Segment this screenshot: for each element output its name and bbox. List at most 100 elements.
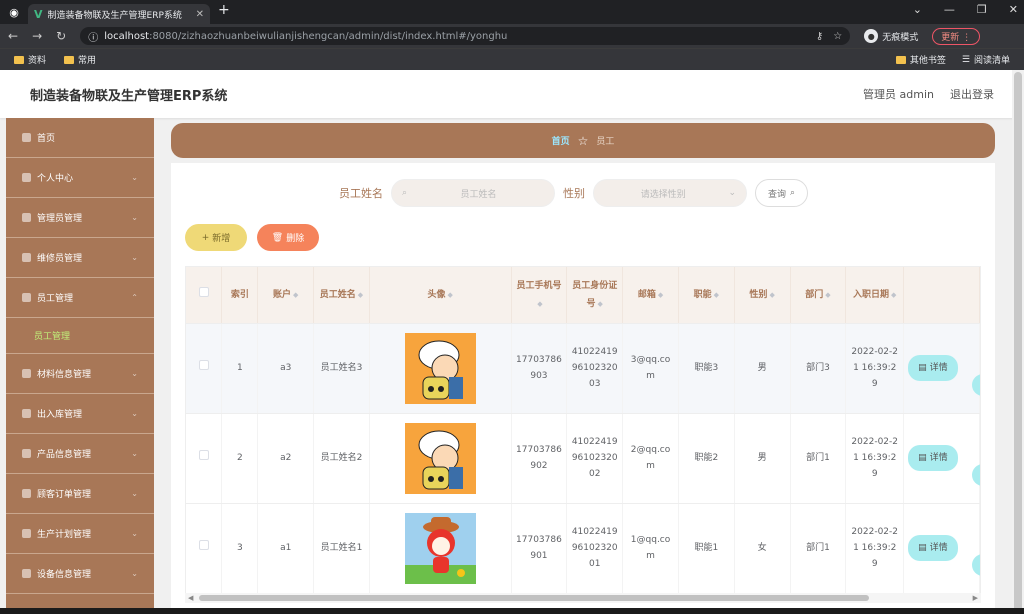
edit-button[interactable] xyxy=(972,463,980,486)
table-row[interactable]: 3 a1 员工姓名1 17703786901 41022419961023200… xyxy=(186,503,980,594)
chevron-down-icon: ⌄ xyxy=(131,253,138,262)
sidebar-item-materials[interactable]: 材料信息管理 ⌄ xyxy=(6,354,154,394)
select-all-checkbox[interactable] xyxy=(186,267,223,324)
col-gender[interactable]: 性别 ◆ xyxy=(734,267,791,324)
sidebar-item-plans[interactable]: 生产计划管理 ⌄ xyxy=(6,514,154,554)
reload-icon[interactable]: ↻ xyxy=(56,29,66,43)
bookmark-folder[interactable]: 常用 xyxy=(64,53,96,66)
sidebar-item-inventory[interactable]: 出入库管理 ⌄ xyxy=(6,394,154,434)
update-button[interactable]: 更新 ⋮ xyxy=(932,27,981,45)
sort-icon[interactable]: ◆ xyxy=(537,300,542,308)
cell-phone: 17703786903 xyxy=(511,323,568,414)
query-button[interactable]: 查询 ⌕ xyxy=(755,179,809,207)
cell-gender: 女 xyxy=(734,503,791,594)
other-bookmarks[interactable]: 其他书签 xyxy=(895,53,946,66)
sidebar-item-equipment[interactable]: 设备信息管理 ⌄ xyxy=(6,554,154,594)
browser-menu-icon[interactable]: ◉ xyxy=(0,0,28,24)
sort-icon[interactable]: ◆ xyxy=(714,291,719,299)
sidebar-item-products[interactable]: 产品信息管理 ⌄ xyxy=(6,434,154,474)
sidebar-item-home[interactable]: 首页 xyxy=(6,118,154,158)
breadcrumb-home[interactable]: 首页 xyxy=(552,134,570,147)
sort-icon[interactable]: ◆ xyxy=(448,291,453,299)
logout-link[interactable]: 退出登录 xyxy=(950,86,994,102)
detail-button[interactable]: ▤ 详情 xyxy=(908,535,958,561)
table-row[interactable]: 2 a2 员工姓名2 17703786902 41022419961023200… xyxy=(186,413,980,504)
add-button[interactable]: + 新增 xyxy=(185,224,247,251)
gender-placeholder: 请选择性别 xyxy=(640,189,686,200)
sort-icon[interactable]: ◆ xyxy=(658,291,663,299)
new-tab-button[interactable]: + xyxy=(218,2,230,24)
sort-icon[interactable]: ◆ xyxy=(769,291,774,299)
restore-icon[interactable]: ❐ xyxy=(977,3,987,16)
row-checkbox[interactable] xyxy=(186,323,223,414)
browser-tab[interactable]: V 制造装备物联及生产管理ERP系统 ✕ xyxy=(28,4,210,24)
col-dept[interactable]: 部门 ◆ xyxy=(790,267,847,324)
sliders-icon xyxy=(22,489,31,498)
forward-icon[interactable]: → xyxy=(32,29,42,43)
chevron-down-icon: ⌄ xyxy=(131,213,138,222)
sidebar-item-label: 管理员管理 xyxy=(37,214,83,224)
star-icon[interactable]: ☆ xyxy=(833,31,842,42)
employee-table: 索引 账户 ◆ 员工姓名 ◆ 头像 ◆ 员工手机号◆ 员工身份证号 ◆ 邮箱 ◆ 职能 ◆ … xyxy=(185,266,981,596)
detail-button[interactable]: ▤ 详情 xyxy=(908,355,958,381)
document-icon: ▤ xyxy=(918,453,927,463)
search-bar: 员工姓名 ⌕ 员工姓名 性别 请选择性别 ⌄ 查询 ⌕ xyxy=(339,179,809,207)
chevron-up-icon: ⌃ xyxy=(131,293,138,302)
detail-button[interactable]: ▤ 详情 xyxy=(908,445,958,471)
table-row[interactable]: 1 a3 员工姓名3 17703786903 41022419961023200… xyxy=(186,323,980,414)
tab-title: 制造装备物联及生产管理ERP系统 xyxy=(47,10,182,21)
cell-date: 2022-02-21 16:39:29 xyxy=(845,413,905,504)
sidebar-item-orders[interactable]: 顾客订单管理 ⌄ xyxy=(6,474,154,514)
cell-date: 2022-02-21 16:39:29 xyxy=(845,503,905,594)
cell-dept: 部门1 xyxy=(790,413,847,504)
col-name[interactable]: 员工姓名 ◆ xyxy=(313,267,370,324)
close-tab-icon[interactable]: ✕ xyxy=(196,9,204,20)
incognito-indicator[interactable]: ● 无痕模式 xyxy=(864,29,918,43)
edit-button[interactable] xyxy=(972,373,980,396)
bookmarks-bar: 资料 常用 其他书签 ☰ 阅读清单 xyxy=(0,48,1024,70)
scroll-right-icon[interactable]: ▶ xyxy=(973,594,978,602)
sort-icon[interactable]: ◆ xyxy=(598,300,603,308)
sidebar-subitem-employees[interactable]: 员工管理 xyxy=(6,318,154,354)
sidebar-item-employees[interactable]: 员工管理 ⌃ xyxy=(6,278,154,318)
sort-icon[interactable]: ◆ xyxy=(293,291,298,299)
cell-account: a3 xyxy=(257,323,315,414)
sidebar-item-admins[interactable]: 管理员管理 ⌄ xyxy=(6,198,154,238)
info-icon[interactable]: ⓘ xyxy=(88,29,98,44)
col-email[interactable]: 邮箱 ◆ xyxy=(622,267,679,324)
delete-button[interactable]: 🗑 删除 xyxy=(257,224,319,251)
back-icon[interactable]: ← xyxy=(8,29,18,43)
col-date[interactable]: 入职日期 ◆ xyxy=(845,267,905,324)
sidebar-item-repairers[interactable]: 维修员管理 ⌄ xyxy=(6,238,154,278)
vertical-scrollbar[interactable] xyxy=(1012,70,1024,614)
row-checkbox[interactable] xyxy=(186,413,223,504)
name-search-input[interactable]: ⌕ 员工姓名 xyxy=(391,179,555,207)
cell-phone: 17703786901 xyxy=(511,503,568,594)
sort-icon[interactable]: ◆ xyxy=(825,291,830,299)
bookmark-folder[interactable]: 资料 xyxy=(14,53,46,66)
col-duty[interactable]: 职能 ◆ xyxy=(678,267,735,324)
minimize-icon[interactable]: — xyxy=(944,3,955,16)
sort-icon[interactable]: ◆ xyxy=(891,291,896,299)
gender-select[interactable]: 请选择性别 ⌄ xyxy=(593,179,747,207)
scrollbar-thumb[interactable] xyxy=(1014,72,1022,612)
scroll-left-icon[interactable]: ◀ xyxy=(188,594,193,602)
col-idcard[interactable]: 员工身份证号 ◆ xyxy=(566,267,624,324)
horizontal-scrollbar[interactable]: ◀ ▶ xyxy=(185,593,981,603)
cell-phone: 17703786902 xyxy=(511,413,568,504)
sidebar-item-profile[interactable]: 个人中心 ⌄ xyxy=(6,158,154,198)
col-account[interactable]: 账户 ◆ xyxy=(257,267,315,324)
close-window-icon[interactable]: ✕ xyxy=(1009,3,1018,16)
col-phone[interactable]: 员工手机号 ◆ xyxy=(511,267,568,324)
col-avatar[interactable]: 头像 ◆ xyxy=(369,267,512,324)
url-bar[interactable]: ⓘ localhost:8080/zizhaozhuanbeiwulianjis… xyxy=(80,27,851,45)
edit-button[interactable] xyxy=(972,553,980,576)
chevron-down-icon[interactable]: ⌄ xyxy=(913,3,922,16)
scrollbar-thumb[interactable] xyxy=(199,595,869,601)
reading-list[interactable]: ☰ 阅读清单 xyxy=(962,53,1010,67)
url-host: localhost xyxy=(104,30,150,42)
key-icon[interactable]: ⚷ xyxy=(816,31,823,42)
sort-icon[interactable]: ◆ xyxy=(358,291,363,299)
chevron-down-icon: ⌄ xyxy=(131,529,138,538)
row-checkbox[interactable] xyxy=(186,503,223,594)
